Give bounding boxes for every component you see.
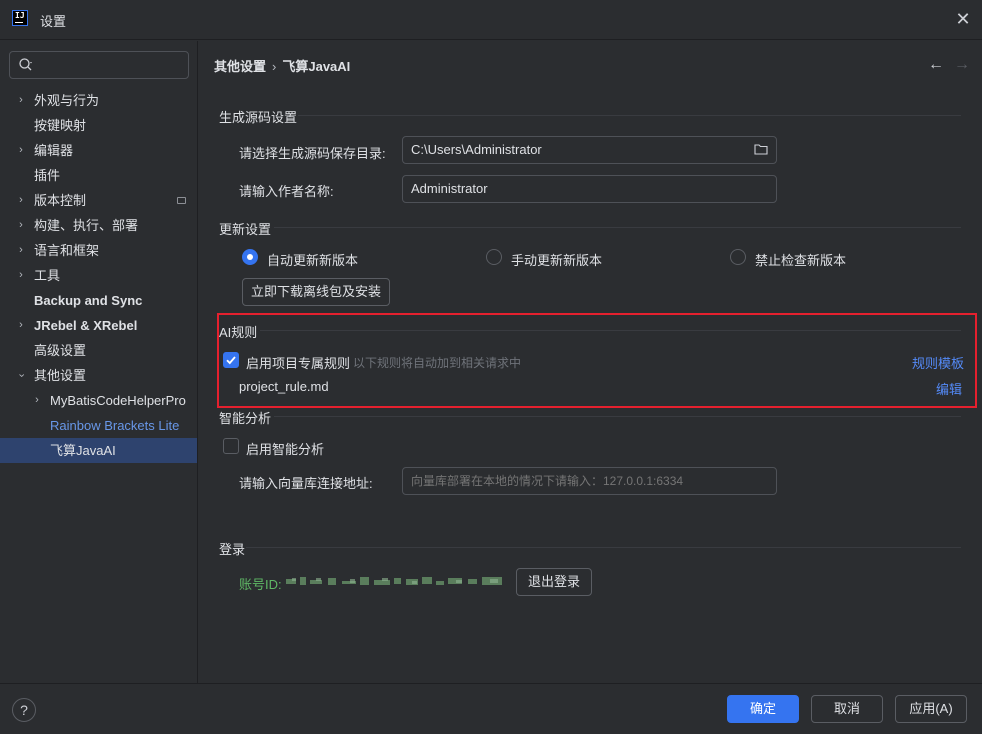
author-label: 请输入作者名称: — [239, 184, 334, 199]
breadcrumb-current: 飞算JavaAI — [282, 59, 351, 74]
window-title: 设置 — [40, 14, 67, 29]
settings-sidebar: › 外观与行为 按键映射 › 编辑器 插件 › 版本控制 › 构建、执行、部署 … — [0, 41, 197, 683]
sidebar-item-editor[interactable]: › 编辑器 — [0, 138, 197, 163]
search-input[interactable] — [9, 51, 189, 79]
disable-update-radio[interactable] — [730, 249, 746, 265]
chevron-right-icon: › — [19, 319, 23, 331]
project-rules-hint: 以下规则将自动加到相关请求中 — [353, 356, 522, 370]
author-input[interactable]: Administrator — [402, 175, 777, 203]
checkmark-icon — [226, 356, 236, 365]
chevron-down-icon: › — [15, 373, 28, 378]
title-bar: IJ 设置 ✕ — [0, 0, 982, 40]
sidebar-item-rainbow-brackets[interactable]: Rainbow Brackets Lite — [0, 413, 197, 438]
section-divider — [298, 115, 961, 116]
enable-project-rules-label: 启用项目专属规则 — [246, 356, 351, 371]
codegen-section-title: 生成源码设置 — [219, 110, 298, 125]
section-divider — [274, 227, 961, 228]
logout-button[interactable]: 退出登录 — [516, 568, 592, 596]
section-divider — [260, 330, 961, 331]
chevron-right-icon: › — [19, 269, 23, 281]
auto-update-label: 自动更新新版本 — [267, 253, 359, 268]
rules-template-link[interactable]: 规则模板 — [912, 353, 964, 372]
close-icon[interactable]: ✕ — [954, 10, 972, 28]
sidebar-item-other-settings[interactable]: › 其他设置 — [0, 363, 197, 388]
account-id-label: 账号ID: — [239, 577, 282, 592]
sidebar-item-vcs[interactable]: › 版本控制 — [0, 188, 197, 213]
search-icon — [19, 58, 32, 71]
help-icon[interactable]: ? — [12, 698, 36, 722]
folder-icon[interactable] — [754, 143, 768, 155]
sidebar-item-appearance[interactable]: › 外观与行为 — [0, 88, 197, 113]
vector-db-input[interactable] — [402, 467, 777, 495]
section-divider — [274, 416, 961, 417]
sidebar-item-backup-sync[interactable]: Backup and Sync — [0, 288, 197, 313]
chevron-right-icon: › — [19, 144, 23, 156]
apply-button[interactable]: 应用(A) — [895, 695, 967, 723]
sidebar-item-advanced[interactable]: 高级设置 — [0, 338, 197, 363]
project-scope-icon — [177, 197, 186, 204]
sidebar-item-plugins[interactable]: 插件 — [0, 163, 197, 188]
auto-update-radio[interactable] — [242, 249, 258, 265]
sidebar-item-build[interactable]: › 构建、执行、部署 — [0, 213, 197, 238]
chevron-right-icon: › — [19, 194, 23, 206]
codegen-dir-input[interactable]: C:\Users\Administrator — [402, 136, 777, 164]
codegen-dir-value: C:\Users\Administrator — [411, 142, 542, 157]
sidebar-item-feisuan-javaai[interactable]: 飞算JavaAI — [0, 438, 197, 463]
breadcrumb-parent[interactable]: 其他设置 — [214, 59, 266, 74]
update-section-title: 更新设置 — [219, 222, 272, 237]
settings-content: 其他设置 › 飞算JavaAI ← → 生成源码设置 请选择生成源码保存目录: C:… — [198, 41, 982, 683]
intellij-app-icon: IJ — [12, 10, 28, 26]
chevron-right-icon: › — [19, 244, 23, 256]
vector-db-label: 请输入向量库连接地址: — [239, 476, 373, 491]
author-value: Administrator — [411, 181, 488, 196]
chevron-right-icon: › — [19, 94, 23, 106]
manual-update-radio[interactable] — [486, 249, 502, 265]
manual-update-label: 手动更新新版本 — [511, 253, 603, 268]
sidebar-item-languages[interactable]: › 语言和框架 — [0, 238, 197, 263]
ai-rules-section-title: AI规则 — [219, 325, 258, 340]
rule-file-name: project_rule.md — [239, 379, 329, 394]
breadcrumb-separator: › — [272, 59, 277, 74]
download-offline-button[interactable]: 立即下载离线包及安装 — [242, 278, 390, 306]
cancel-button[interactable]: 取消 — [811, 695, 883, 723]
disable-update-label: 禁止检查新版本 — [755, 253, 847, 268]
chevron-right-icon: › — [19, 219, 23, 231]
breadcrumb: 其他设置 › 飞算JavaAI — [214, 56, 350, 75]
enable-project-rules-checkbox[interactable] — [223, 352, 239, 368]
smart-analysis-section-title: 智能分析 — [219, 411, 272, 426]
back-arrow-icon[interactable]: ← — [928, 56, 944, 74]
login-section-title: 登录 — [219, 542, 246, 557]
ok-button[interactable]: 确定 — [727, 695, 799, 723]
sidebar-item-mybatis[interactable]: › MyBatisCodeHelperPro — [0, 388, 197, 413]
redacted-account-id — [286, 577, 502, 585]
sidebar-item-jrebel[interactable]: › JRebel & XRebel — [0, 313, 197, 338]
edit-rule-link[interactable]: 编辑 — [936, 379, 962, 398]
forward-arrow-icon[interactable]: → — [954, 56, 970, 74]
sidebar-item-tools[interactable]: › 工具 — [0, 263, 197, 288]
enable-smart-analysis-checkbox[interactable] — [223, 438, 239, 454]
dialog-footer: ? 确定 取消 应用(A) — [0, 683, 982, 734]
codegen-dir-label: 请选择生成源码保存目录: — [239, 146, 386, 161]
enable-smart-analysis-label: 启用智能分析 — [246, 442, 325, 457]
section-divider — [246, 547, 961, 548]
chevron-right-icon: › — [35, 394, 39, 406]
sidebar-item-keymap[interactable]: 按键映射 — [0, 113, 197, 138]
